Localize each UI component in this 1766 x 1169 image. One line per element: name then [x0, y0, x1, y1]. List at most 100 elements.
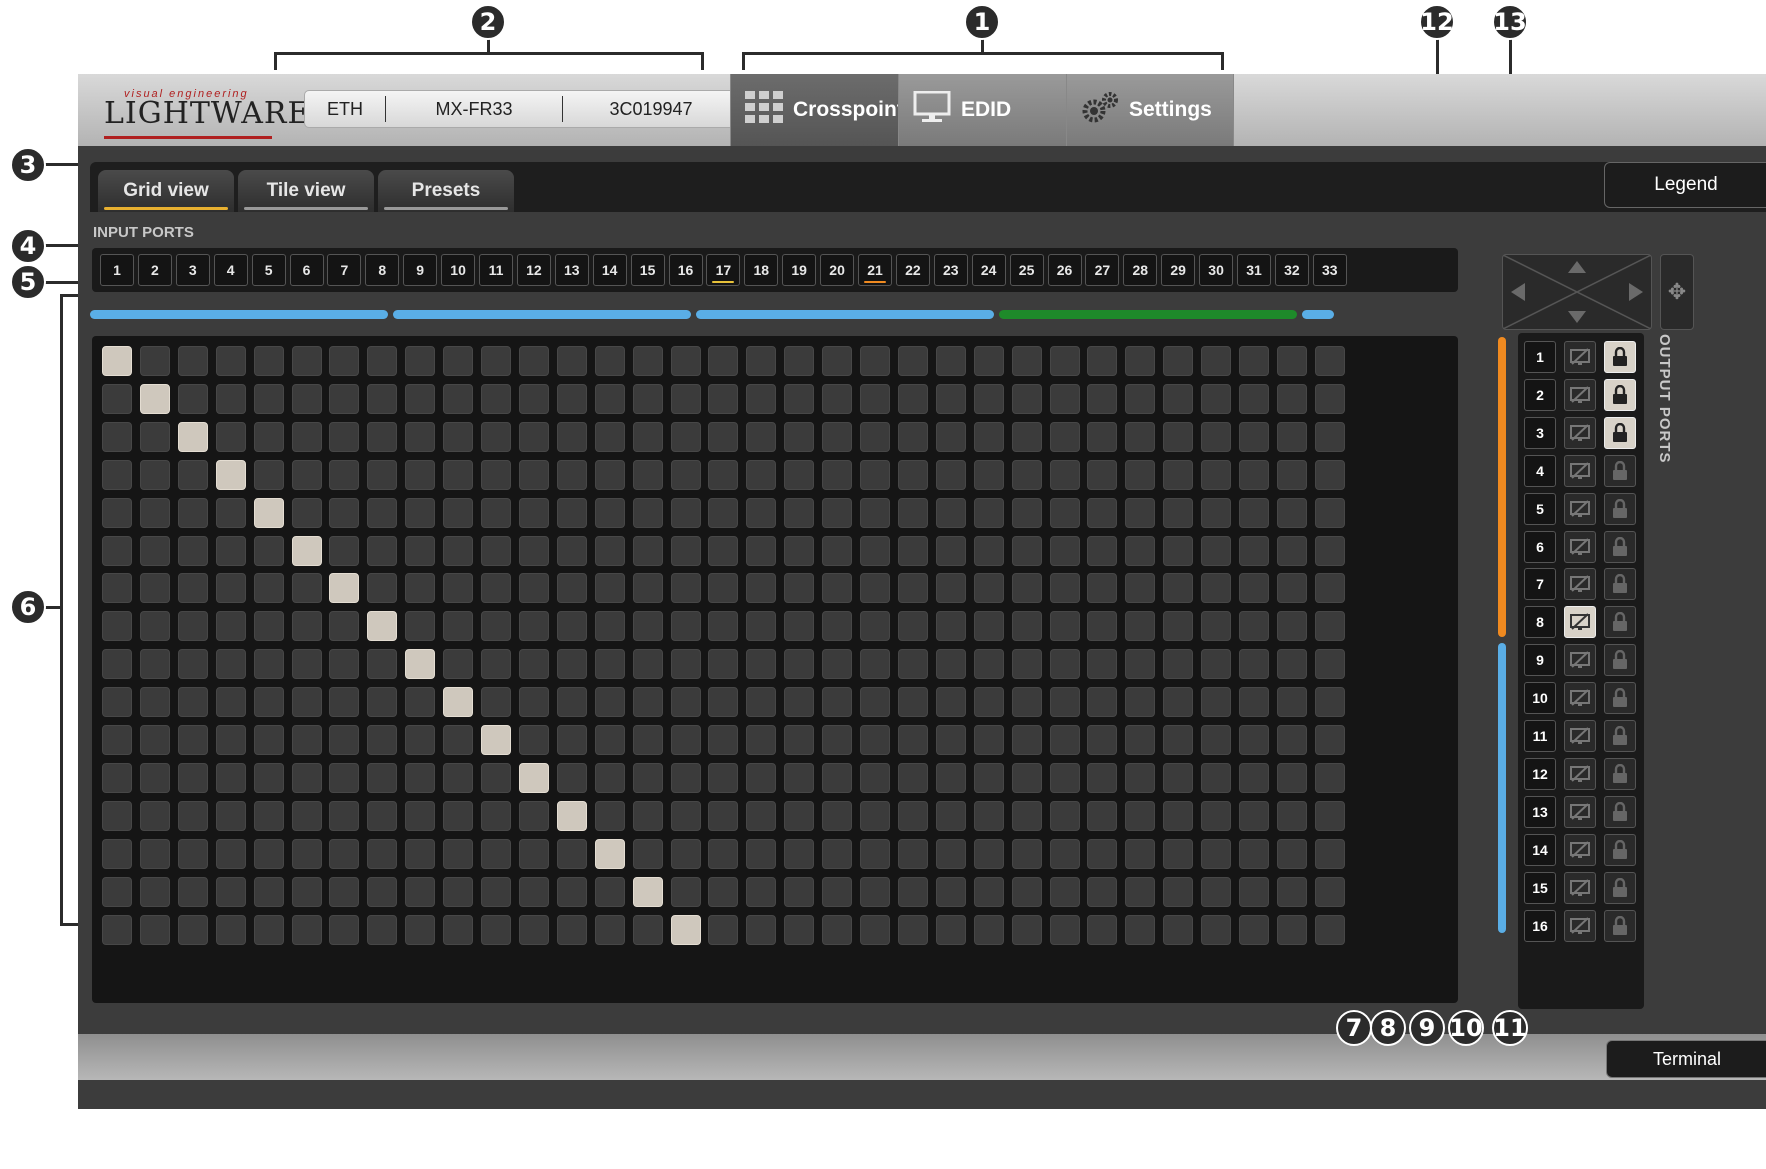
crosspoint-cell[interactable] [897, 687, 928, 718]
crosspoint-cell[interactable] [253, 573, 284, 604]
crosspoint-cell[interactable] [1314, 800, 1345, 831]
crosspoint-cell[interactable] [1276, 421, 1307, 452]
crosspoint-cell[interactable] [1049, 800, 1080, 831]
crosspoint-cell[interactable] [405, 762, 436, 793]
mute-icon[interactable] [1564, 757, 1596, 790]
crosspoint-cell[interactable] [481, 421, 511, 452]
crosspoint-cell[interactable] [1049, 459, 1080, 490]
crosspoint-cell[interactable] [253, 725, 284, 755]
lock-icon[interactable] [1604, 833, 1636, 866]
output-port-2[interactable]: 2 [1524, 378, 1556, 411]
crosspoint-cell[interactable] [860, 687, 890, 718]
mute-icon[interactable] [1564, 416, 1596, 449]
crosspoint-cell[interactable] [1125, 762, 1156, 793]
input-port-31[interactable]: 31 [1237, 254, 1271, 286]
crosspoint-cell[interactable] [1201, 573, 1232, 604]
crosspoint-cell[interactable] [1239, 876, 1269, 907]
crosspoint-cell[interactable] [518, 497, 549, 528]
crosspoint-cell[interactable] [1276, 535, 1307, 566]
crosspoint-cell[interactable] [1239, 535, 1269, 566]
crosspoint-cell[interactable] [822, 383, 853, 414]
crosspoint-cell[interactable] [746, 876, 777, 907]
crosspoint-cell[interactable] [518, 459, 549, 490]
crosspoint-cell[interactable] [860, 346, 890, 376]
crosspoint-cell[interactable] [102, 535, 132, 566]
crosspoint-cell[interactable] [935, 573, 966, 604]
crosspoint-cell[interactable] [1163, 459, 1194, 490]
crosspoint-cell[interactable] [443, 914, 474, 945]
crosspoint-cell[interactable] [443, 876, 474, 907]
mute-icon[interactable] [1564, 492, 1596, 525]
crosspoint-cell[interactable] [1049, 497, 1080, 528]
crosspoint-cell[interactable] [594, 687, 625, 718]
crosspoint-cell[interactable] [139, 611, 170, 642]
input-port-27[interactable]: 27 [1085, 254, 1120, 286]
crosspoint-cell[interactable] [177, 459, 208, 490]
crosspoint-cell[interactable] [1276, 876, 1307, 907]
crosspoint-cell[interactable] [139, 838, 170, 869]
crosspoint-cell[interactable] [1239, 573, 1269, 604]
crosspoint-cell[interactable] [367, 876, 398, 907]
input-port-19[interactable]: 19 [782, 254, 817, 286]
crosspoint-cell[interactable] [973, 497, 1004, 528]
input-port-12[interactable]: 12 [516, 254, 551, 286]
crosspoint-cell[interactable] [329, 383, 360, 414]
crosspoint-cell[interactable] [1163, 914, 1194, 945]
crosspoint-cell[interactable] [594, 762, 625, 793]
crosspoint-cell[interactable] [443, 725, 474, 755]
crosspoint-cell[interactable] [594, 914, 625, 945]
crosspoint-cell[interactable] [973, 725, 1004, 755]
input-port-5[interactable]: 5 [251, 254, 286, 286]
crosspoint-cell[interactable] [139, 497, 170, 528]
crosspoint-cell[interactable] [935, 649, 966, 680]
crosspoint-cell[interactable] [139, 573, 170, 604]
crosspoint-cell[interactable] [443, 573, 474, 604]
crosspoint-cell[interactable] [1049, 573, 1080, 604]
crosspoint-cell[interactable] [556, 573, 587, 604]
input-port-29[interactable]: 29 [1161, 254, 1196, 286]
crosspoint-cell[interactable] [367, 573, 398, 604]
input-port-30[interactable]: 30 [1199, 254, 1234, 286]
crosspoint-cell[interactable] [1239, 346, 1269, 376]
crosspoint-cell[interactable] [1276, 762, 1307, 793]
crosspoint-cell[interactable] [897, 876, 928, 907]
crosspoint-cell[interactable] [329, 346, 360, 376]
crosspoint-cell[interactable] [632, 346, 663, 376]
crosspoint-cell[interactable] [367, 421, 398, 452]
crosspoint-cell[interactable] [594, 346, 625, 376]
crosspoint-cell[interactable] [253, 535, 284, 566]
crosspoint-cell[interactable] [1049, 421, 1080, 452]
crosspoint-cell[interactable] [367, 497, 398, 528]
crosspoint-cell[interactable] [594, 611, 625, 642]
crosspoint-cell[interactable] [1125, 459, 1156, 490]
crosspoint-cell[interactable] [367, 649, 398, 680]
crosspoint-cell[interactable] [860, 573, 890, 604]
crosspoint-cell[interactable] [177, 421, 208, 452]
crosspoint-cell[interactable] [215, 346, 246, 376]
crosspoint-cell[interactable] [253, 346, 284, 376]
crosspoint-cell[interactable] [973, 876, 1004, 907]
crosspoint-cell[interactable] [329, 800, 360, 831]
crosspoint-cell[interactable] [1125, 838, 1156, 869]
crosspoint-cell[interactable] [1239, 725, 1269, 755]
crosspoint-cell[interactable] [973, 649, 1004, 680]
crosspoint-cell[interactable] [253, 914, 284, 945]
crosspoint-cell[interactable] [746, 459, 777, 490]
crosspoint-cell[interactable] [1201, 687, 1232, 718]
input-port-1[interactable]: 1 [100, 254, 134, 286]
crosspoint-cell[interactable] [253, 876, 284, 907]
crosspoint-cell[interactable] [1087, 611, 1118, 642]
crosspoint-cell[interactable] [102, 573, 132, 604]
output-port-8[interactable]: 8 [1524, 606, 1556, 639]
crosspoint-cell[interactable] [329, 573, 360, 604]
crosspoint-cell[interactable] [1125, 573, 1156, 604]
crosspoint-cell[interactable] [1314, 687, 1345, 718]
crosspoint-cell[interactable] [1314, 876, 1345, 907]
crosspoint-cell[interactable] [481, 800, 511, 831]
lock-icon[interactable] [1604, 720, 1636, 752]
output-port-15[interactable]: 15 [1524, 871, 1556, 904]
crosspoint-cell[interactable] [1011, 573, 1042, 604]
crosspoint-cell[interactable] [1314, 346, 1345, 376]
crosspoint-cell[interactable] [1087, 800, 1118, 831]
crosspoint-cell[interactable] [670, 914, 701, 945]
